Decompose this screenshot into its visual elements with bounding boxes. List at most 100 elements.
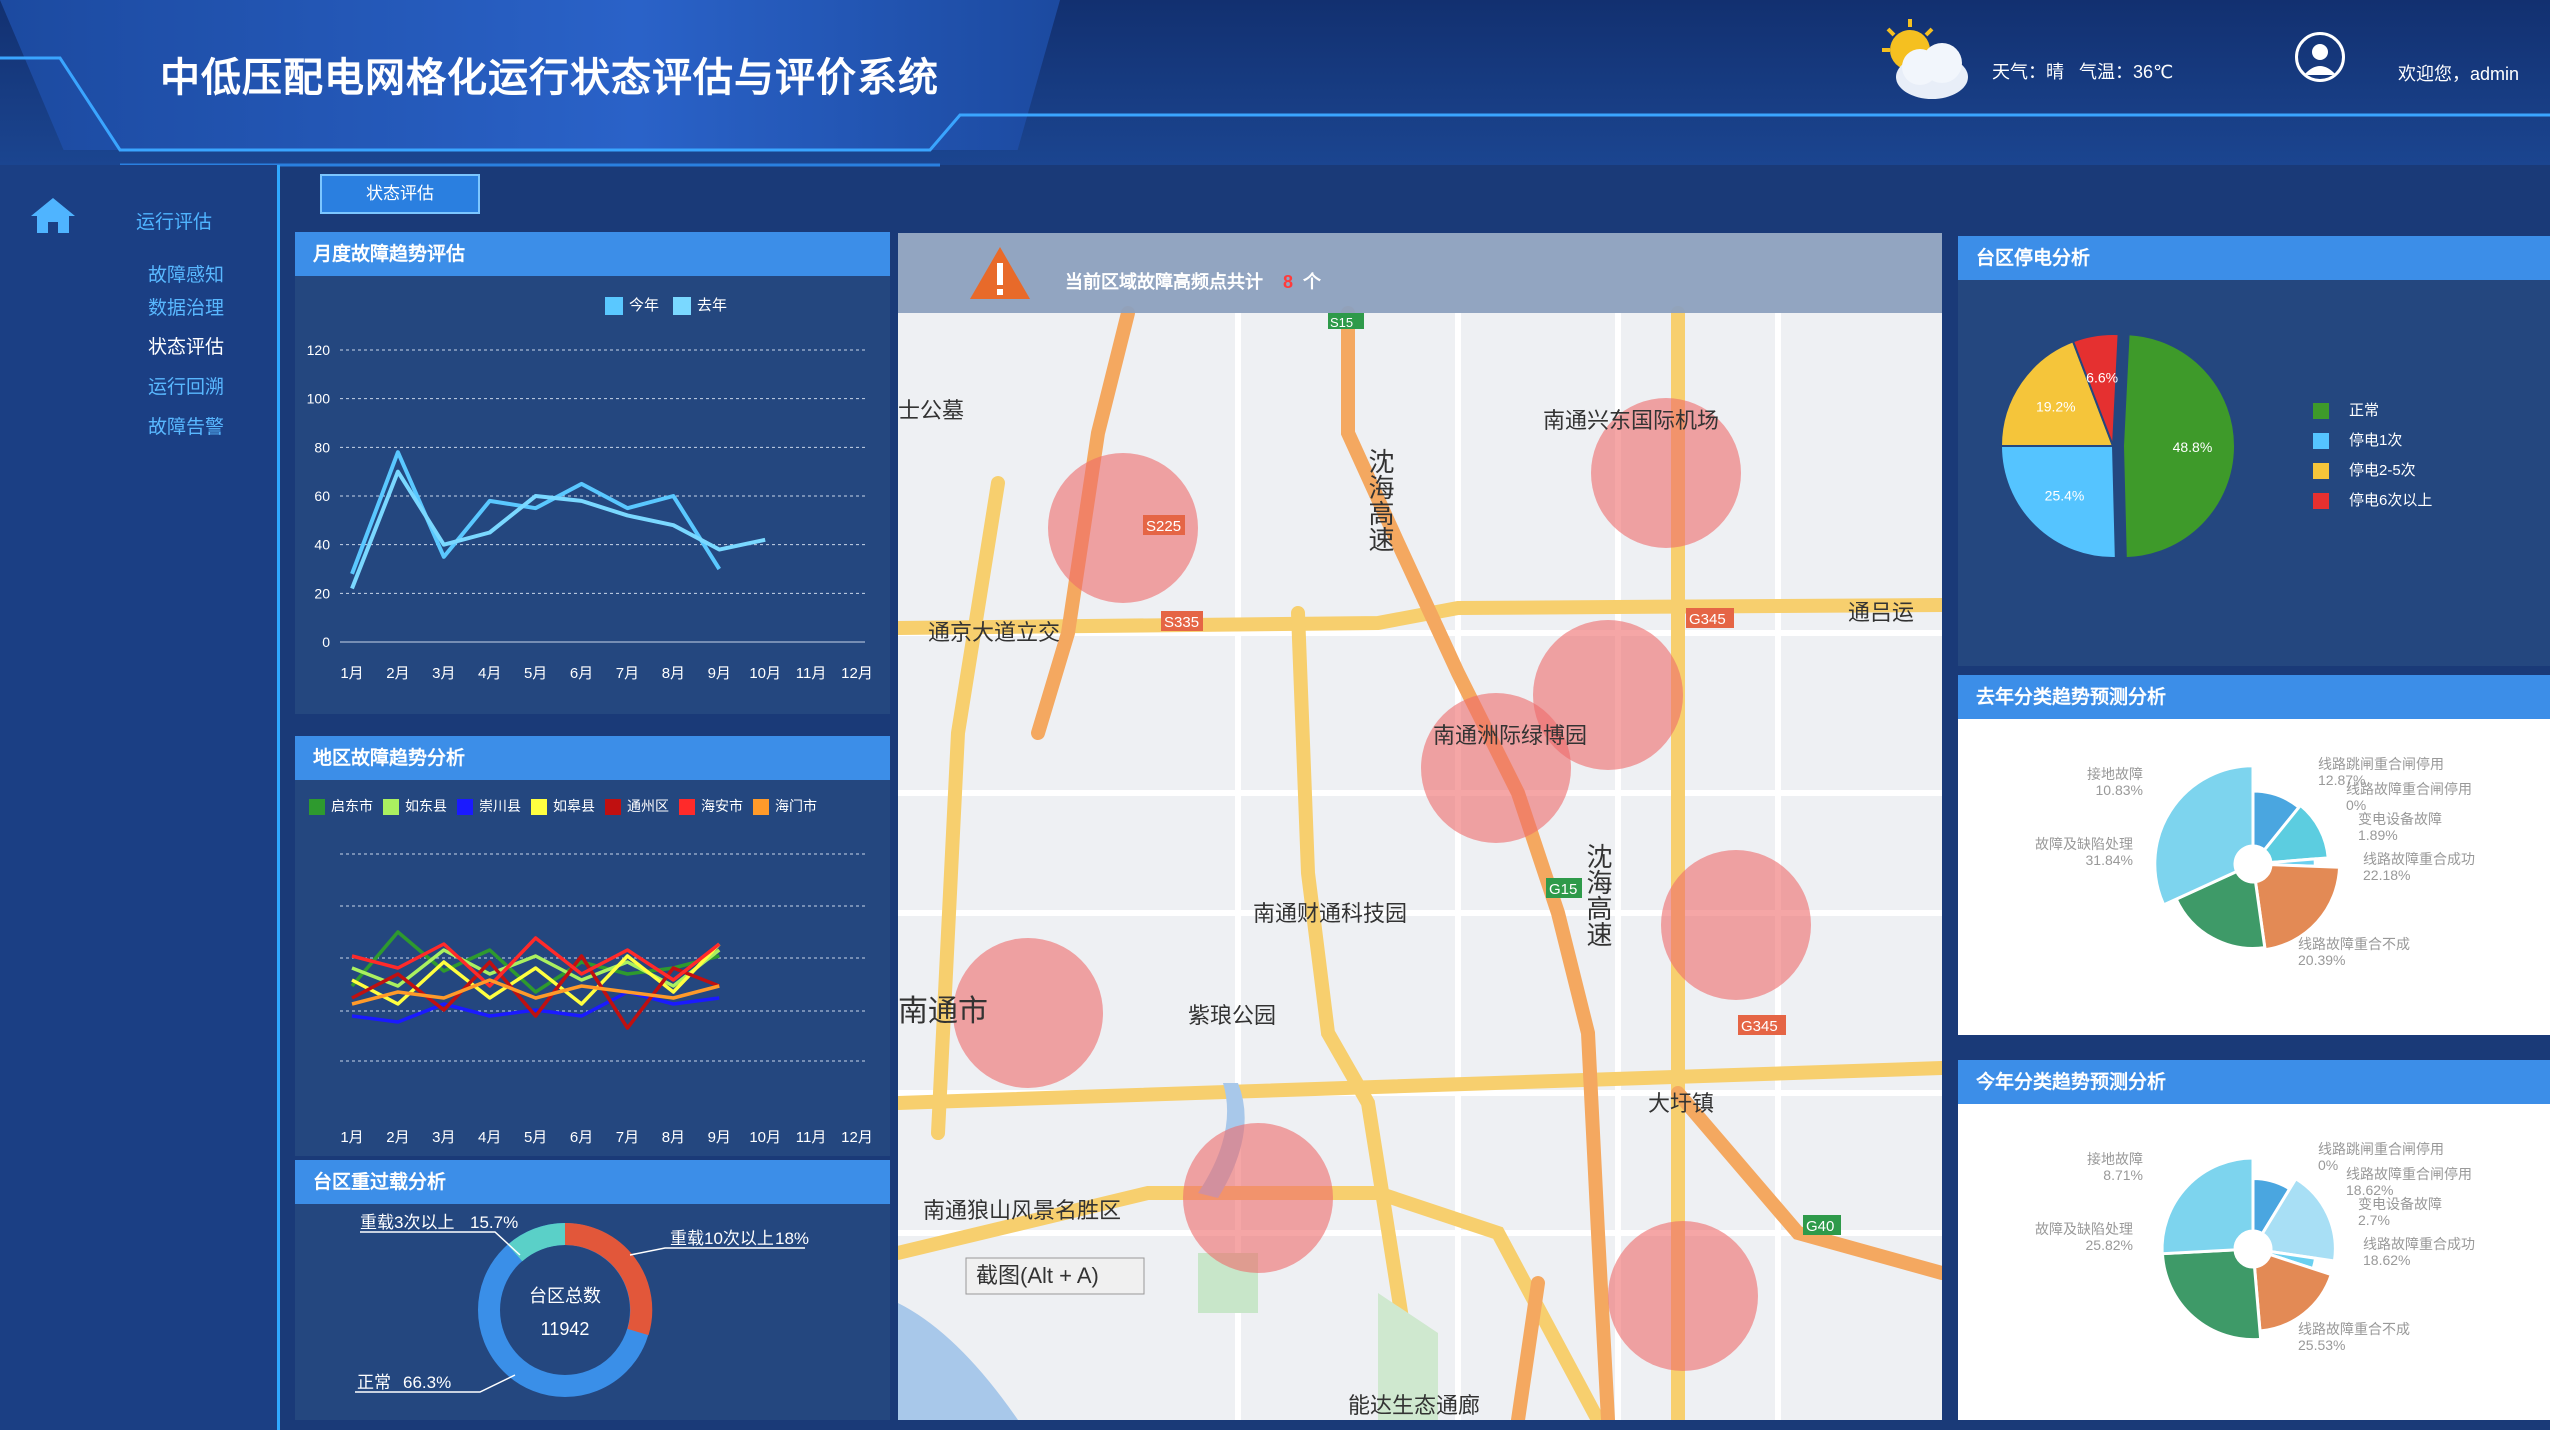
x-tick-label: 6月	[570, 1129, 593, 1146]
road-shield: S225	[1146, 518, 1181, 535]
overload-label-heavy3: 重载3次以上	[360, 1213, 454, 1232]
category-label: 线路故障重合闸停用	[2346, 781, 2472, 797]
x-tick-label: 10月	[749, 1129, 781, 1146]
x-tick-label: 9月	[708, 1129, 731, 1146]
category-label: 接地故障	[2087, 766, 2143, 782]
category-label: 线路跳闸重合闸停用	[2318, 1141, 2444, 1157]
temperature-label: 气温：36℃	[2079, 62, 2174, 82]
x-tick-label: 12月	[841, 1129, 873, 1146]
region-trend-panel: 地区故障趋势分析 启东市 如东县 崇川县 如皋县 通州区 海安市 海门市 1月 2月 3月 4月 5…	[295, 736, 890, 1156]
category-pct: 18.62%	[2363, 1252, 2410, 1268]
pie-label: 19.2%	[2036, 399, 2076, 415]
map-label-town: 大圩镇	[1648, 1091, 1714, 1116]
legend-item: 停电1次	[2313, 426, 2432, 456]
category-label: 线路跳闸重合闸停用	[2318, 756, 2444, 772]
category-pct: 25.82%	[2086, 1237, 2133, 1253]
tab-status-evaluation[interactable]: 状态评估	[320, 174, 480, 214]
x-tick-label: 8月	[662, 665, 685, 682]
home-icon[interactable]	[28, 195, 78, 235]
y-tick-label: 20	[314, 585, 330, 601]
overload-donut-chart: 台区总数 11942 重载3次以上 15.7% 重载10次以上 18% 正常 6…	[355, 1213, 809, 1397]
pie-label: 6.6%	[2086, 369, 2118, 385]
sidebar-item-operation-review[interactable]: 运行回溯	[148, 372, 224, 399]
category-pct: 22.18%	[2363, 867, 2410, 883]
legend-item: 停电2-5次	[2313, 456, 2432, 486]
this-year-pie-chart: 接地故障8.71% 线路跳闸重合闸停用0% 线路故障重合闸停用 18.62% 变电设备故…	[2035, 1141, 2475, 1353]
x-tick-label: 2月	[386, 1129, 409, 1146]
category-label: 线路故障重合不成	[2298, 1321, 2410, 1337]
warning-icon	[970, 247, 1030, 299]
donut-segment-heavy3	[507, 1223, 566, 1262]
sidebar-item-fault-alarm[interactable]: 故障告警	[148, 412, 224, 439]
sidebar-item-fault-perception[interactable]: 故障感知	[148, 260, 224, 287]
map-label-cemetery: 士公墓	[898, 398, 964, 423]
category-label: 线路故障重合成功	[2363, 851, 2475, 867]
map-alert-text: 当前区域故障高频点共计 8 个	[1065, 268, 1321, 294]
map-label-eco-corridor: 能达生态通廊	[1348, 1393, 1480, 1418]
category-label: 线路故障重合闸停用	[2346, 1166, 2472, 1182]
x-tick-label: 11月	[796, 665, 827, 682]
pie-label: 25.4%	[2045, 488, 2085, 504]
screenshot-hint: 截图(Alt + A)	[976, 1263, 1099, 1288]
x-tick-label: 7月	[616, 1129, 639, 1146]
x-tick-label: 3月	[432, 665, 455, 682]
x-tick-label: 9月	[708, 665, 731, 682]
x-tick-label: 4月	[478, 665, 501, 682]
y-tick-label: 80	[314, 439, 330, 455]
y-tick-label: 0	[322, 634, 330, 650]
map-label-city: 南通市	[898, 995, 988, 1028]
y-tick-label: 40	[314, 537, 330, 553]
x-tick-label: 11月	[796, 1129, 827, 1146]
last-year-pie-chart: 接地故障10.83%线路跳闸重合闸停用12.87%线路故障重合闸停用0%变电设备…	[2035, 756, 2475, 968]
x-tick-label: 3月	[432, 1129, 455, 1146]
category-pct: 25.53%	[2298, 1337, 2345, 1353]
y-tick-label: 120	[307, 342, 331, 358]
weather-info: 天气：晴 气温：36℃	[1992, 58, 2183, 84]
road-shield: G345	[1741, 1018, 1778, 1035]
x-tick-label: 2月	[386, 665, 409, 682]
x-tick-label: 5月	[524, 665, 547, 682]
map-alert-prefix: 当前区域故障高频点共计	[1065, 272, 1263, 292]
monthly-line-chart: 0 20 40 60 80 100 120 1月 2月 3月 4月 5月 6月 7月 8月 9月 10月 11月 1…	[307, 342, 873, 682]
map-label-canal: 通吕运	[1848, 600, 1914, 625]
sidebar-item-status-evaluation[interactable]: 状态评估	[148, 332, 224, 359]
overload-pct-heavy10: 18%	[775, 1229, 809, 1248]
category-pct: 10.83%	[2096, 782, 2143, 798]
category-pct: 8.71%	[2103, 1167, 2143, 1183]
map-alert-suffix: 个	[1303, 272, 1322, 292]
weather-sunny-cloud-icon	[1882, 19, 1968, 99]
x-tick-label: 1月	[340, 1129, 363, 1146]
donut-center-value: 11942	[541, 1319, 590, 1339]
overload-label-heavy10: 重载10次以上	[670, 1229, 774, 1248]
road-shield: G15	[1549, 881, 1577, 898]
category-pct: 0%	[2318, 1157, 2338, 1173]
map-label-zilang-park: 紫琅公园	[1188, 1003, 1276, 1028]
monthly-trend-panel: 月度故障趋势评估 今年 去年 0 20 40 60 80 100 120 1月 2月 3月 4月 5月…	[295, 232, 890, 714]
x-tick-label: 5月	[524, 1129, 547, 1146]
x-tick-label: 10月	[749, 665, 781, 682]
pie-label: 48.8%	[2173, 439, 2213, 455]
map-label-expressway: 沈海高速	[1365, 448, 1395, 552]
road-shield: S15	[1330, 315, 1353, 330]
legend-item: 停电6次以上	[2313, 486, 2432, 516]
x-tick-label: 12月	[841, 665, 873, 682]
category-pct: 2.7%	[2358, 1212, 2390, 1228]
x-tick-label: 4月	[478, 1129, 501, 1146]
map-label-scenic: 南通狼山风景名胜区	[923, 1198, 1121, 1223]
donut-center-label: 台区总数	[529, 1286, 601, 1306]
category-label: 线路故障重合成功	[2363, 1236, 2475, 1252]
overload-label-normal: 正常	[357, 1373, 391, 1392]
category-pct: 31.84%	[2086, 852, 2133, 868]
outage-panel: 台区停电分析 48.8% 25.4% 19.2% 6.6% 正常 停电1次 停电2-5次停…	[1958, 236, 2550, 666]
map-label-expressway: 沈海高速	[1583, 843, 1613, 947]
user-avatar-icon[interactable]	[2295, 32, 2345, 82]
x-tick-label: 1月	[340, 665, 363, 682]
map-alert-banner	[898, 233, 1942, 313]
map-labels: 南通兴东国际机场 通京大道立交 南通洲际绿博园 南通财通科技园 南通市 紫琅公园…	[898, 313, 1914, 1418]
pie-slice	[2252, 1252, 2334, 1333]
weather-label: 天气：晴	[1992, 62, 2064, 82]
sidebar-item-data-governance[interactable]: 数据治理	[148, 293, 224, 320]
panel-title: 今年分类趋势预测分析	[1958, 1060, 2550, 1104]
x-tick-label: 8月	[662, 1129, 685, 1146]
nav-root-label[interactable]: 运行评估	[136, 207, 212, 234]
